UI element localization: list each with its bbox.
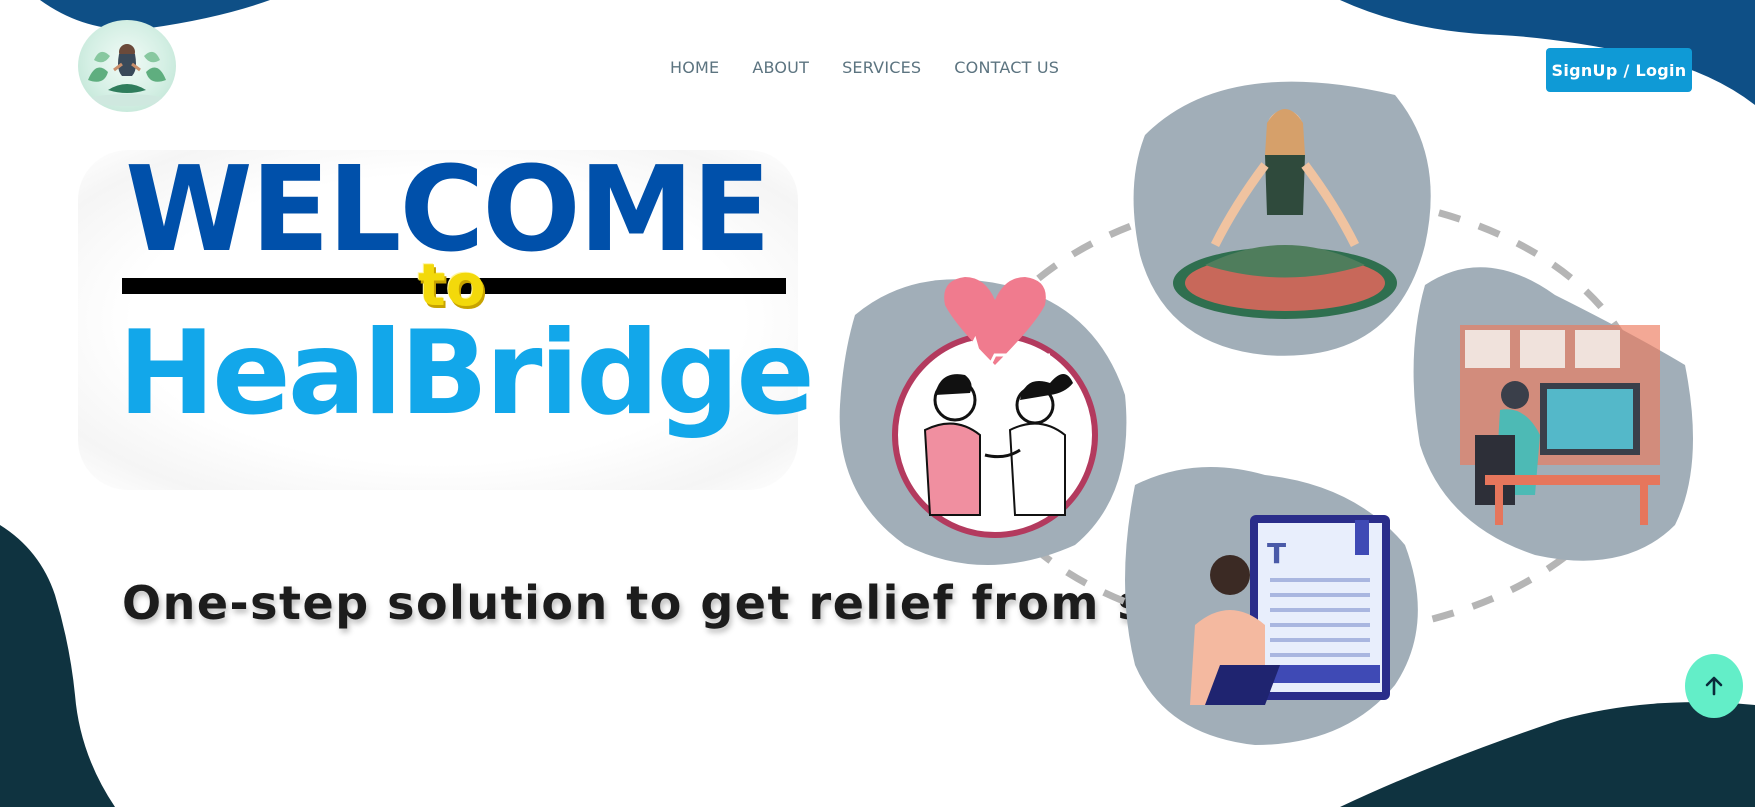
site-logo[interactable]: [78, 20, 176, 112]
online-reading-illustration-icon: T: [1125, 467, 1418, 745]
meditation-logo-icon: [88, 44, 166, 106]
doctor-checkup-illustration-icon: [839, 277, 1127, 565]
services-illustration-cluster: T: [839, 81, 1693, 745]
arrow-up-icon: [1705, 676, 1723, 696]
svg-text:T: T: [1267, 537, 1286, 570]
nav-about[interactable]: ABOUT: [752, 58, 809, 77]
bottom-left-wave: [0, 525, 115, 807]
work-desk-illustration-icon: [1413, 267, 1693, 561]
nav-home[interactable]: HOME: [670, 58, 719, 77]
brand-name-heading: HealBridge: [118, 306, 815, 441]
scroll-to-top-button[interactable]: [1685, 654, 1743, 718]
meditation-illustration-icon: [1133, 81, 1431, 356]
